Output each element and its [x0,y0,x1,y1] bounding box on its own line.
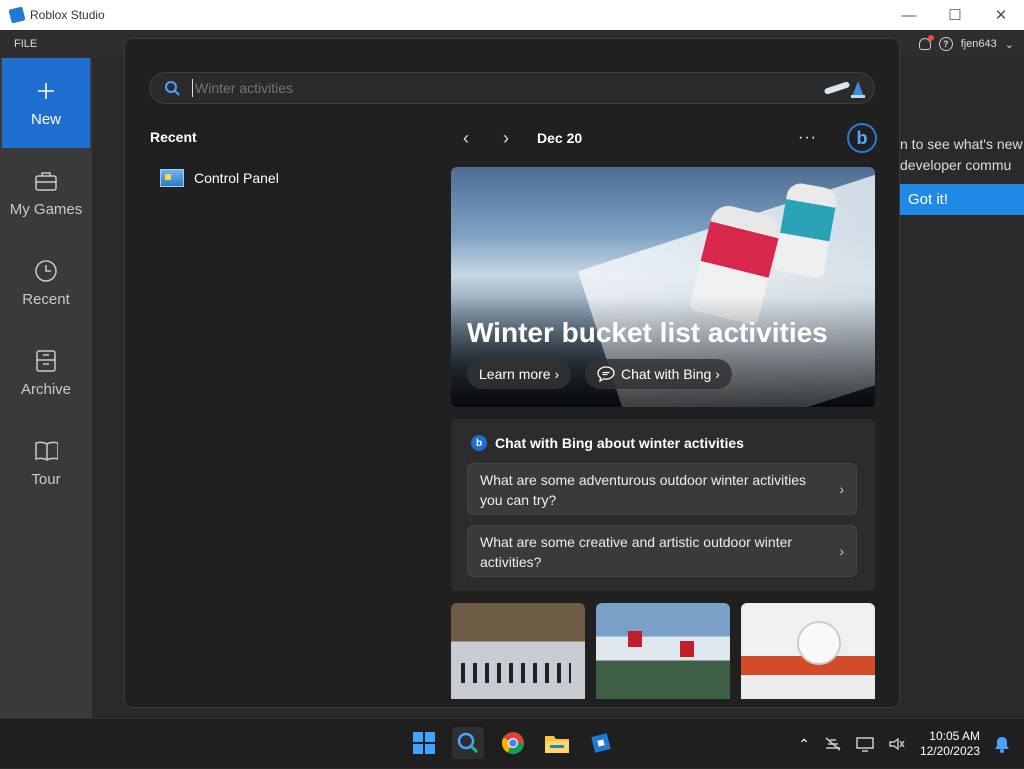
taskbar-search-button[interactable] [452,727,484,759]
recent-heading: Recent [150,129,197,145]
chevron-right-icon: › [839,481,844,497]
search-icon [457,732,479,754]
search-input[interactable] [192,79,792,97]
book-icon [34,439,58,463]
minimize-button[interactable]: — [886,0,932,30]
search-icon [165,81,180,96]
sidebar-item-label: Recent [22,290,70,308]
chevron-right-icon: › [839,543,844,559]
windows-search-flyout: Recent Control Panel ‹ › Dec 20 ··· b Wi… [124,38,900,708]
file-menu[interactable]: FILE [14,38,37,50]
network-offline-icon[interactable] [824,736,842,752]
help-icon[interactable]: ? [938,37,953,51]
close-button[interactable]: ✕ [978,0,1024,30]
roblox-studio-icon [591,733,611,753]
start-button[interactable] [408,727,440,759]
bing-icon: b [471,435,487,451]
chat-with-bing-button[interactable]: Chat with Bing › [585,359,732,389]
chrome-icon [502,732,524,754]
show-hidden-icons-chevron-icon[interactable]: ⌃ [798,736,810,753]
search-highlight-snowboard-icon [822,77,866,99]
window-title: Roblox Studio [30,8,105,22]
studio-sidebar: New My Games Recent Archive Tour [0,58,92,718]
search-box[interactable] [149,72,875,104]
taskbar-clock[interactable]: 10:05 AM 12/20/2023 [920,729,980,759]
sidebar-item-archive[interactable]: Archive [2,328,90,418]
chat-suggestion[interactable]: What are some adventurous outdoor winter… [467,463,857,515]
clock-icon [34,259,58,283]
bing-logo-icon[interactable]: b [847,123,877,153]
thumbnail-ice-skating[interactable] [451,603,585,699]
file-explorer-taskbar-button[interactable] [541,727,573,759]
got-it-button[interactable]: Got it! [900,184,1024,215]
archive-icon [34,349,58,373]
next-arrow-icon[interactable]: › [495,128,517,149]
username-label[interactable]: fjen643 [961,38,997,50]
chat-suggestion[interactable]: What are some creative and artistic outd… [467,525,857,577]
sidebar-item-label: Archive [20,380,72,398]
plus-icon [34,79,58,103]
roblox-studio-taskbar-button[interactable] [585,727,617,759]
hero-title: Winter bucket list activities [467,317,828,348]
clock-time: 10:05 AM [929,729,980,743]
previous-arrow-icon[interactable]: ‹ [455,128,477,149]
sidebar-item-my-games[interactable]: My Games [2,148,90,238]
control-panel-icon [160,169,184,187]
highlight-date: Dec 20 [537,130,583,146]
chat-with-bing-label: Chat with Bing › [621,366,720,382]
title-bar: Roblox Studio — ☐ ✕ [0,0,1024,30]
system-tray: ⌃ 10:05 AM 12/20/2023 [798,719,1010,769]
sidebar-item-label: New [30,110,61,128]
windows-logo-icon [413,732,435,754]
notification-bell-icon[interactable] [918,35,934,50]
chat-card-heading: b Chat with Bing about winter activities [471,435,744,451]
clock-date: 12/20/2023 [919,744,980,758]
roblox-studio-logo-icon [8,6,26,24]
sidebar-item-recent[interactable]: Recent [2,238,90,328]
maximize-button[interactable]: ☐ [932,0,978,30]
notification-bell-icon[interactable] [994,735,1010,753]
account-area: ? fjen643 ⌄ [918,35,1014,51]
hero-card[interactable]: Winter bucket list activities Learn more… [451,167,875,407]
chat-bubble-icon [597,366,615,382]
whats-new-message: n to see what's new developer commu [900,136,1023,173]
windows-taskbar: ⌃ 10:05 AM 12/20/2023 [0,718,1024,768]
chrome-taskbar-button[interactable] [497,727,529,759]
bing-chat-card: b Chat with Bing about winter activities… [451,419,875,591]
recent-item-label: Control Panel [194,170,279,186]
recent-item-control-panel[interactable]: Control Panel [160,169,279,187]
more-options-icon[interactable]: ··· [798,129,817,147]
window-controls: — ☐ ✕ [886,0,1024,30]
sidebar-item-label: Tour [31,470,61,488]
thumbnail-snowman[interactable] [741,603,875,699]
sidebar-item-label: My Games [9,200,83,218]
account-dropdown-icon[interactable]: ⌄ [1005,38,1014,51]
folder-icon [545,736,569,753]
studio-whats-new-panel: n to see what's new developer commu Got … [900,58,1024,718]
thumbnail-cable-car[interactable] [596,603,730,699]
briefcase-icon [34,169,58,193]
learn-more-button[interactable]: Learn more › [467,359,572,389]
highlights-nav: ‹ › Dec 20 ··· b [455,123,877,153]
speaker-muted-icon[interactable] [888,736,906,752]
sidebar-item-new[interactable]: New [2,58,90,148]
display-icon[interactable] [856,736,874,752]
sidebar-item-tour[interactable]: Tour [2,418,90,508]
